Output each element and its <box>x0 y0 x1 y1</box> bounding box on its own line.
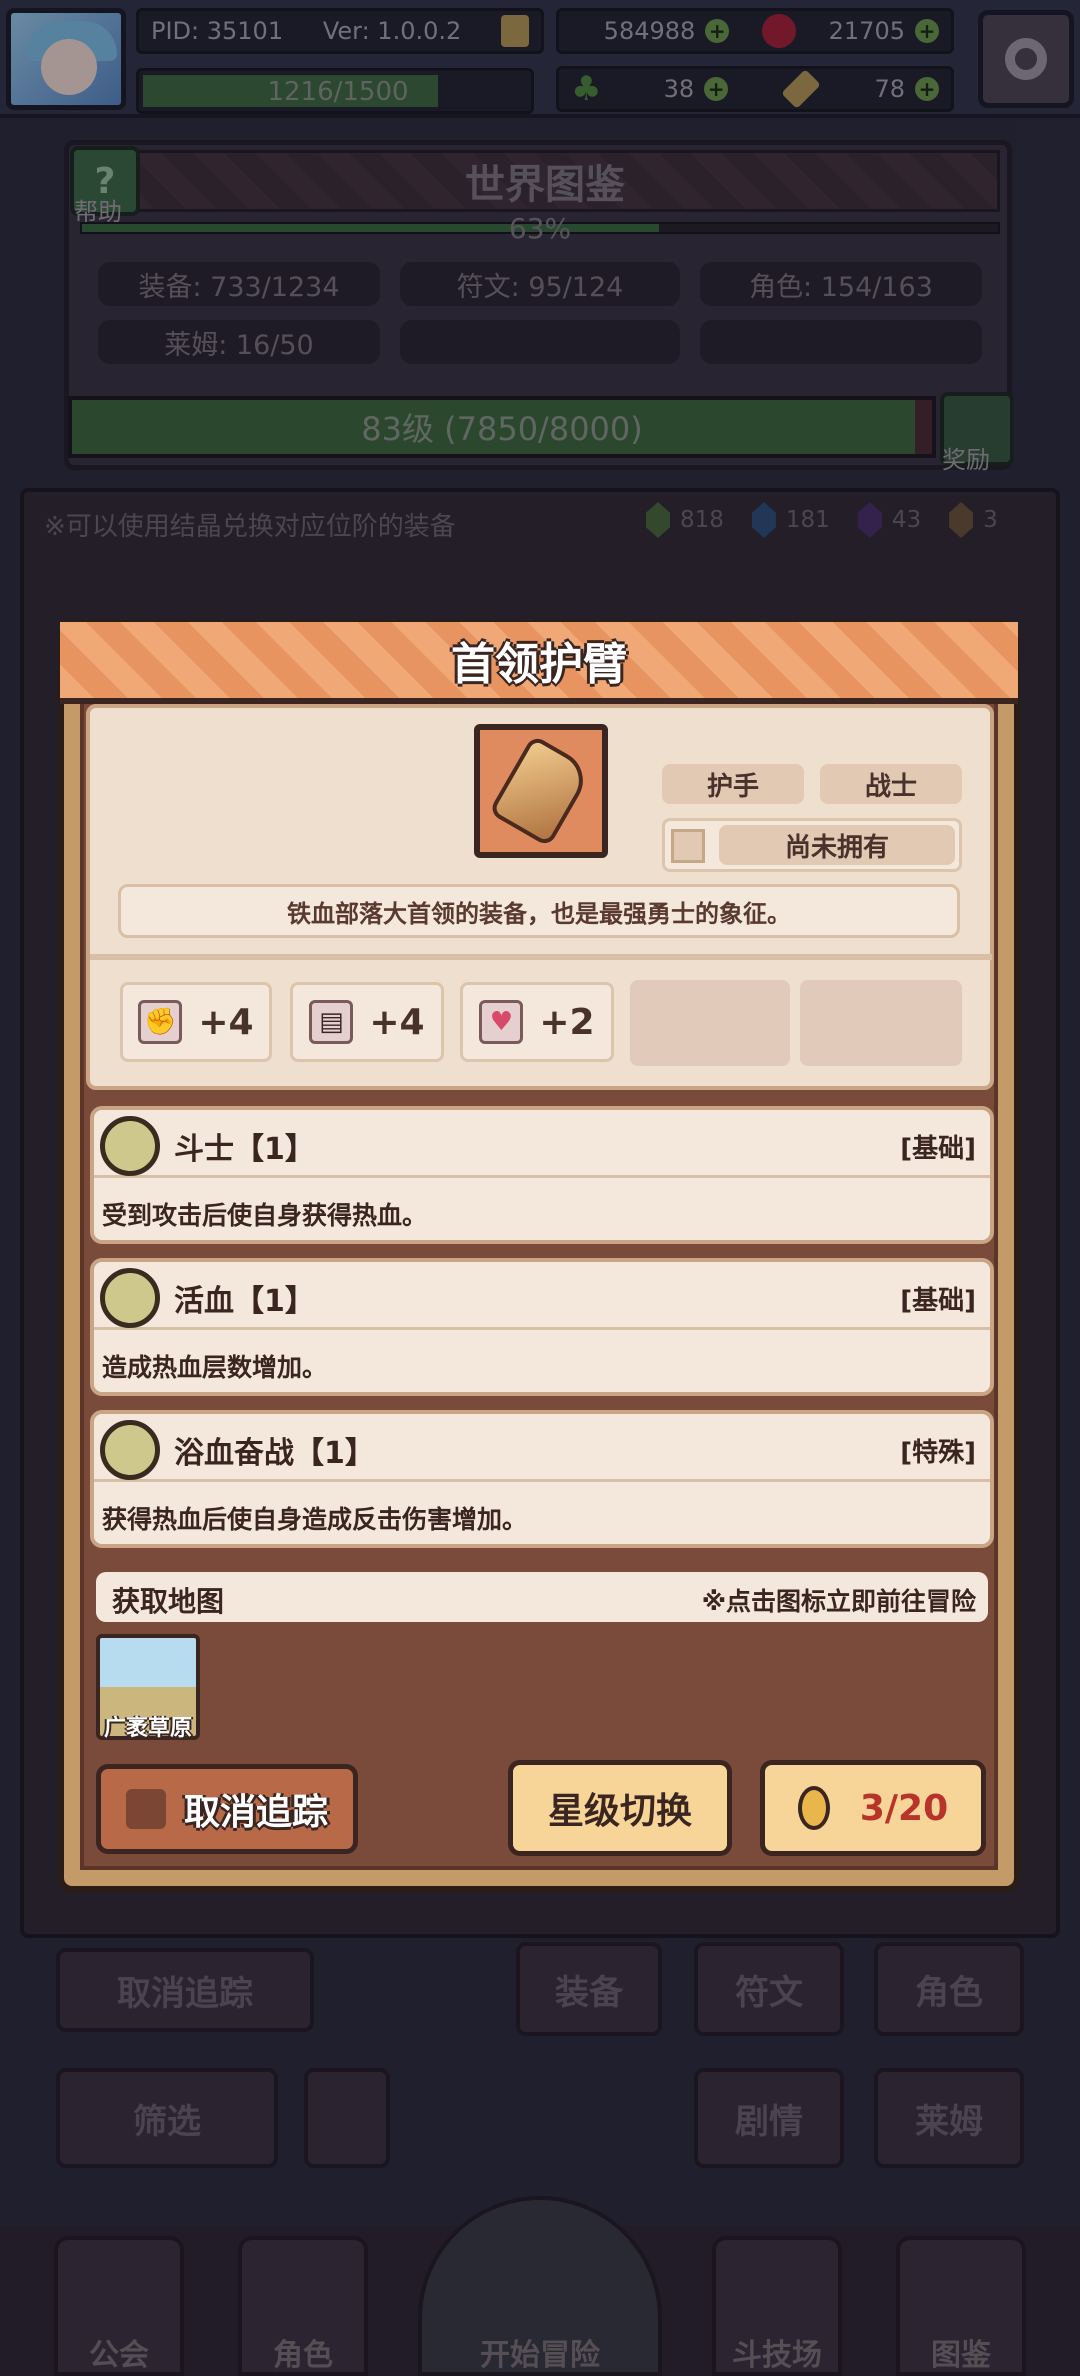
divider <box>90 954 992 960</box>
fist-icon: ✊ <box>138 1000 183 1044</box>
modal-title: 首领护臂 <box>60 622 1018 704</box>
owned-status: 尚未拥有 <box>719 825 955 865</box>
map-section-hint: ※点击图标立即前往冒险 <box>701 1587 976 1616</box>
skill-name: 浴血奋战【1】 <box>174 1436 375 1471</box>
skill-name: 活血【1】 <box>174 1284 315 1319</box>
star-switch-button[interactable]: 星级切换 <box>508 1760 732 1856</box>
thumb-icon <box>125 1789 166 1829</box>
untrack-button[interactable]: 取消追踪 <box>96 1764 358 1854</box>
item-class-tag: 战士 <box>820 764 962 804</box>
skill-description: 造成热血层数增加。 <box>102 1353 328 1382</box>
gold-coin-icon <box>797 1786 830 1830</box>
attr-value: +4 <box>198 1001 254 1043</box>
skill-description: 受到攻击后使自身获得热血。 <box>102 1201 428 1230</box>
skill-icon <box>100 1116 160 1176</box>
bracer-icon <box>488 734 594 848</box>
skill-tag: [特殊] <box>900 1438 976 1468</box>
skill-tag: [基础] <box>900 1286 976 1316</box>
map-name: 广袤草原 <box>103 1716 192 1741</box>
count-button[interactable]: 3/20 <box>760 1760 986 1856</box>
skill-card: 斗士【1】 [基础] 受到攻击后使自身获得热血。 <box>90 1106 994 1244</box>
attr-value: +2 <box>539 1001 595 1043</box>
skill-icon <box>100 1268 160 1328</box>
map-section-header: 获取地图 ※点击图标立即前往冒险 <box>96 1572 988 1622</box>
item-description: 铁血部落大首领的装备，也是最强勇士的象征。 <box>118 884 960 938</box>
attr-slot-empty <box>800 980 962 1066</box>
storage-icon <box>671 829 705 863</box>
skill-tag: [基础] <box>900 1134 976 1164</box>
attr-slot-2: ▤ +4 <box>290 982 444 1062</box>
skill-name: 斗士【1】 <box>174 1132 315 1167</box>
attr-slot-1: ✊ +4 <box>120 982 272 1062</box>
book-icon: ▤ <box>309 1000 354 1044</box>
owned-status-box: 尚未拥有 <box>662 818 962 872</box>
skill-card: 活血【1】 [基础] 造成热血层数增加。 <box>90 1258 994 1396</box>
skill-icon <box>100 1420 160 1480</box>
item-type-tag: 护手 <box>662 764 804 804</box>
item-icon <box>474 724 608 858</box>
attr-slot-3: ♥ +2 <box>460 982 614 1062</box>
heart-icon: ♥ <box>479 1000 524 1044</box>
map-section-title: 获取地图 <box>112 1585 225 1618</box>
skill-description: 获得热血后使自身造成反击伤害增加。 <box>102 1505 528 1534</box>
skill-card: 浴血奋战【1】 [特殊] 获得热血后使自身造成反击伤害增加。 <box>90 1410 994 1548</box>
attr-slot-empty <box>630 980 790 1066</box>
attr-value: +4 <box>369 1001 425 1043</box>
